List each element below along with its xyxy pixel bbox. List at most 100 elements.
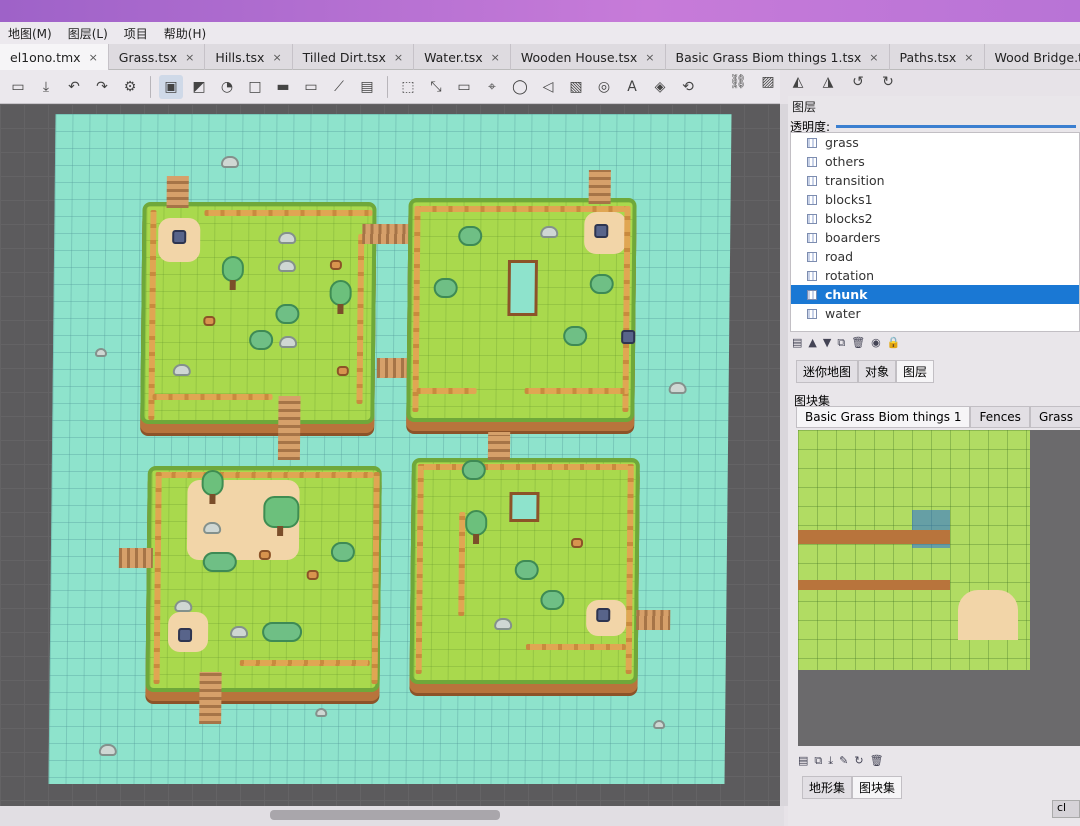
link-icon[interactable]: ⛓ <box>726 70 750 94</box>
tab-label: Grass.tsx <box>118 49 178 65</box>
close-icon[interactable]: × <box>394 51 403 64</box>
select-same-icon[interactable]: ▤ <box>355 75 379 99</box>
menu-map[interactable]: 地图(M) <box>0 25 60 42</box>
bucket-icon[interactable]: ◔ <box>215 75 239 99</box>
terrain-brush-icon[interactable]: ◩ <box>187 75 211 99</box>
rotate-left-icon[interactable]: ↺ <box>846 70 870 94</box>
tile-sand-ramp <box>958 590 1018 640</box>
bush <box>514 560 539 580</box>
close-icon[interactable]: × <box>89 51 98 64</box>
tile-map[interactable] <box>48 114 732 784</box>
stamp-icon[interactable]: ▣ <box>159 74 183 99</box>
rect-select-icon[interactable]: ▭ <box>299 75 323 99</box>
map-canvas[interactable] <box>0 104 784 806</box>
tile-object-icon[interactable]: ▧ <box>564 75 588 99</box>
bush <box>202 552 237 572</box>
rock <box>98 744 117 756</box>
menu-layer[interactable]: 图层(L) <box>60 25 116 42</box>
refresh-icon[interactable]: ↻ <box>854 754 863 768</box>
flip-h-icon[interactable]: ◭ <box>786 70 810 94</box>
tab-tileset-grass[interactable]: Grass <box>1029 406 1080 428</box>
shape-fill-icon[interactable]: □ <box>243 75 267 99</box>
rotate-right-icon[interactable]: ↻ <box>876 70 900 94</box>
rotate-icon[interactable]: ⟲ <box>676 75 700 99</box>
move-down-icon[interactable]: ▼ <box>823 336 831 350</box>
close-icon[interactable]: × <box>964 51 973 64</box>
tab-wooden-house[interactable]: Wooden House.tsx × <box>511 44 666 70</box>
export-icon[interactable]: ⤓ <box>828 754 833 768</box>
polygon-icon[interactable]: ◁ <box>536 75 560 99</box>
layer-item-boarders[interactable]: boarders <box>791 228 1079 247</box>
tab-tileset-fences[interactable]: Fences <box>970 406 1030 428</box>
rect-icon[interactable]: ▭ <box>452 75 476 99</box>
ellipse-icon[interactable]: ◯ <box>508 75 532 99</box>
close-icon[interactable]: × <box>272 51 281 64</box>
lock-icon[interactable]: 🔒 <box>887 336 901 350</box>
tab-terrain-sets[interactable]: 地形集 <box>802 776 853 799</box>
tileset-view[interactable] <box>798 430 1080 746</box>
layer-item-road[interactable]: road <box>791 247 1079 266</box>
layer-item-others[interactable]: others <box>791 152 1079 171</box>
flip-icon[interactable]: ◈ <box>648 75 672 99</box>
tab-water[interactable]: Water.tsx × <box>414 44 511 70</box>
tab-grass[interactable]: Grass.tsx × <box>109 44 206 70</box>
menu-project[interactable]: 项目 <box>116 25 156 42</box>
close-icon[interactable]: × <box>491 51 500 64</box>
point-icon[interactable]: ⌖ <box>480 75 504 99</box>
tab-tilesets[interactable]: 图块集 <box>852 776 903 799</box>
eraser-icon[interactable]: ▬ <box>271 75 295 99</box>
duplicate-icon[interactable]: ⧉ <box>837 336 845 350</box>
menu-help[interactable]: 帮助(H) <box>156 25 214 42</box>
magic-wand-icon[interactable]: ⟋ <box>327 75 351 99</box>
tab-biom-things[interactable]: Basic Grass Biom things 1.tsx × <box>666 44 890 70</box>
delete-icon[interactable]: 🗑 <box>851 336 865 350</box>
open-icon[interactable]: ▭ <box>6 75 30 99</box>
redo-icon[interactable]: ↷ <box>90 75 114 99</box>
move-up-icon[interactable]: ▲ <box>808 336 816 350</box>
tab-tilled-dirt[interactable]: Tilled Dirt.tsx × <box>293 44 415 70</box>
opacity-slider[interactable] <box>836 124 1076 128</box>
layer-item-water[interactable]: water <box>791 304 1079 323</box>
canvas-vertical-scrollbar[interactable] <box>780 104 788 806</box>
tab-tileset-biom[interactable]: Basic Grass Biom things 1 <box>796 406 971 428</box>
bottom-dock-tabs: 地形集 图块集 <box>802 776 903 799</box>
status-chip[interactable]: cl <box>1052 800 1080 818</box>
tab-objects[interactable]: 对象 <box>858 360 897 383</box>
flip-v-icon[interactable]: ◮ <box>816 70 840 94</box>
embed-icon[interactable]: ⧉ <box>814 754 822 768</box>
image-icon[interactable]: ▨ <box>756 70 780 94</box>
close-icon[interactable]: × <box>185 51 194 64</box>
layer-item-rotation[interactable]: rotation <box>791 266 1079 285</box>
visibility-icon[interactable]: ◉ <box>871 336 881 350</box>
close-icon[interactable]: × <box>869 51 878 64</box>
layer-item-blocks2[interactable]: blocks2 <box>791 209 1079 228</box>
layer-item-chunk[interactable]: chunk <box>791 285 1079 304</box>
new-layer-icon[interactable]: ▤ <box>792 336 802 350</box>
layer-item-grass[interactable]: grass <box>791 133 1079 152</box>
new-tileset-icon[interactable]: ▤ <box>798 754 808 768</box>
settings-icon[interactable]: ⚙ <box>118 75 142 99</box>
text-icon[interactable]: A <box>620 75 644 99</box>
close-icon[interactable]: × <box>645 51 654 64</box>
save-icon[interactable]: ⤓ <box>34 75 58 99</box>
tab-paths[interactable]: Paths.tsx × <box>890 44 985 70</box>
layer-item-blocks1[interactable]: blocks1 <box>791 190 1079 209</box>
stump <box>570 538 584 548</box>
edit-tileset-icon[interactable]: ✎ <box>839 754 848 768</box>
tab-map[interactable]: el1ono.tmx × <box>0 44 109 70</box>
undo-icon[interactable]: ↶ <box>62 75 86 99</box>
tab-wood-bridge[interactable]: Wood Bridge.tsx <box>985 44 1080 70</box>
tab-hills[interactable]: Hills.tsx × <box>205 44 293 70</box>
tab-minimap[interactable]: 迷你地图 <box>796 360 859 383</box>
delete-icon[interactable]: 🗑 <box>870 754 884 768</box>
canvas-horizontal-scrollbar[interactable] <box>0 806 784 826</box>
object-select-icon[interactable]: ⬚ <box>396 75 420 99</box>
layer-item-transition[interactable]: transition <box>791 171 1079 190</box>
edit-polygon-icon[interactable]: ⤡ <box>424 75 448 99</box>
right-dock: 图层 透明度: grass others transition blocks1 … <box>788 96 1080 826</box>
fence <box>524 388 629 394</box>
template-icon[interactable]: ◎ <box>592 75 616 99</box>
tab-layers[interactable]: 图层 <box>896 360 935 383</box>
tab-label: Hills.tsx <box>215 49 265 65</box>
scrollbar-thumb[interactable] <box>270 810 500 820</box>
